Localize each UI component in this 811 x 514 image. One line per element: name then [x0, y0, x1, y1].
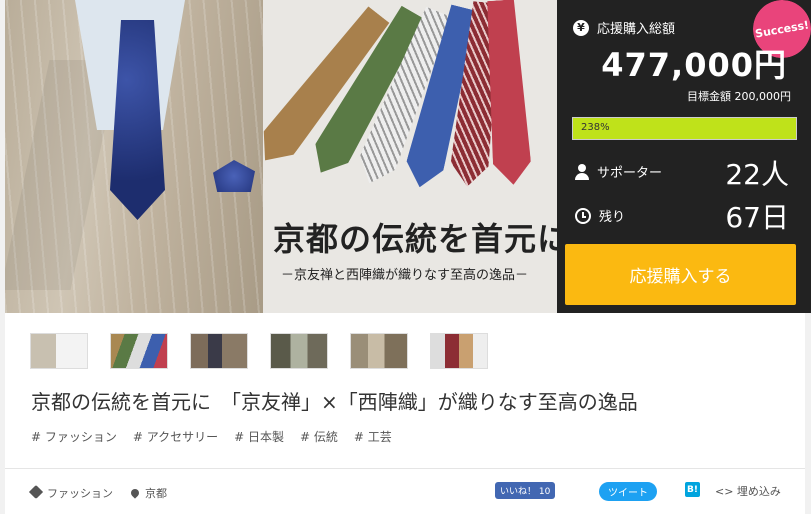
- tag-link[interactable]: # ファッション: [31, 428, 117, 445]
- project-meta: ファッション 京都: [28, 484, 167, 501]
- embed-button[interactable]: <> 埋め込み: [715, 483, 781, 499]
- remaining-row: 残り: [575, 206, 625, 225]
- tweet-button[interactable]: ツイート: [599, 482, 657, 501]
- location-label: 京都: [145, 487, 167, 500]
- category-label: ファッション: [47, 487, 113, 500]
- thumbnail[interactable]: [110, 333, 168, 369]
- project-details: 京都の伝統を首元に 「京友禅」×「西陣織」が織りなす至高の逸品 # ファッション…: [5, 313, 805, 514]
- thumbnail[interactable]: [270, 333, 328, 369]
- raised-amount: 477,000円: [601, 46, 787, 84]
- pocket-square: [213, 160, 255, 192]
- goal-amount: 目標金額 200,000円: [687, 90, 791, 103]
- tag-list: # ファッション # アクセサリー # 日本製 # 伝統 # 工芸: [31, 428, 392, 445]
- tag-link[interactable]: # 日本製: [234, 428, 284, 445]
- raised-label: 応援購入総額: [597, 22, 676, 37]
- hatena-bookmark-button[interactable]: B!: [685, 482, 700, 497]
- thumbnail-gallery: [30, 333, 488, 369]
- remaining-days: 67日: [725, 201, 789, 234]
- category-link[interactable]: ファッション: [28, 484, 113, 501]
- funding-panel: Success! ¥ 応援購入総額 477,000円 目標金額 200,000円…: [557, 0, 811, 313]
- progress-percent: 238%: [581, 122, 610, 133]
- suit-image: [5, 0, 263, 313]
- progress-bar: 238%: [572, 117, 797, 140]
- tag-link[interactable]: # 工芸: [354, 428, 392, 445]
- ties-fan-image: [263, 0, 557, 200]
- person-icon: [575, 163, 589, 180]
- hero-subtitle: －京友禅と西陣織が織りなす至高の逸品－: [281, 268, 529, 283]
- tag-icon: [28, 484, 44, 500]
- remaining-label: 残り: [599, 210, 626, 225]
- tag-link[interactable]: # 伝統: [300, 428, 338, 445]
- clock-icon: [575, 207, 591, 224]
- support-purchase-button[interactable]: 応援購入する: [565, 244, 796, 305]
- supporters-label: サポーター: [597, 166, 663, 181]
- project-hero-image: 京都の伝統を首元に －京友禅と西陣織が織りなす至高の逸品－: [5, 0, 557, 313]
- thumbnail[interactable]: [190, 333, 248, 369]
- facebook-like-button[interactable]: いいね！ 10: [495, 482, 556, 499]
- project-title: 京都の伝統を首元に 「京友禅」×「西陣織」が織りなす至高の逸品: [31, 390, 638, 414]
- yen-icon: ¥: [573, 19, 589, 36]
- divider: [5, 468, 805, 469]
- supporters-row: サポーター: [575, 162, 662, 181]
- thumbnail[interactable]: [430, 333, 488, 369]
- thumbnail[interactable]: [350, 333, 408, 369]
- location-link[interactable]: 京都: [129, 485, 167, 501]
- tag-link[interactable]: # アクセサリー: [133, 428, 218, 445]
- raised-label-row: ¥ 応援購入総額: [573, 18, 675, 37]
- hero-title: 京都の伝統を首元に: [273, 220, 557, 258]
- location-pin-icon: [129, 487, 141, 499]
- thumbnail[interactable]: [30, 333, 88, 369]
- supporters-count: 22人: [725, 158, 789, 191]
